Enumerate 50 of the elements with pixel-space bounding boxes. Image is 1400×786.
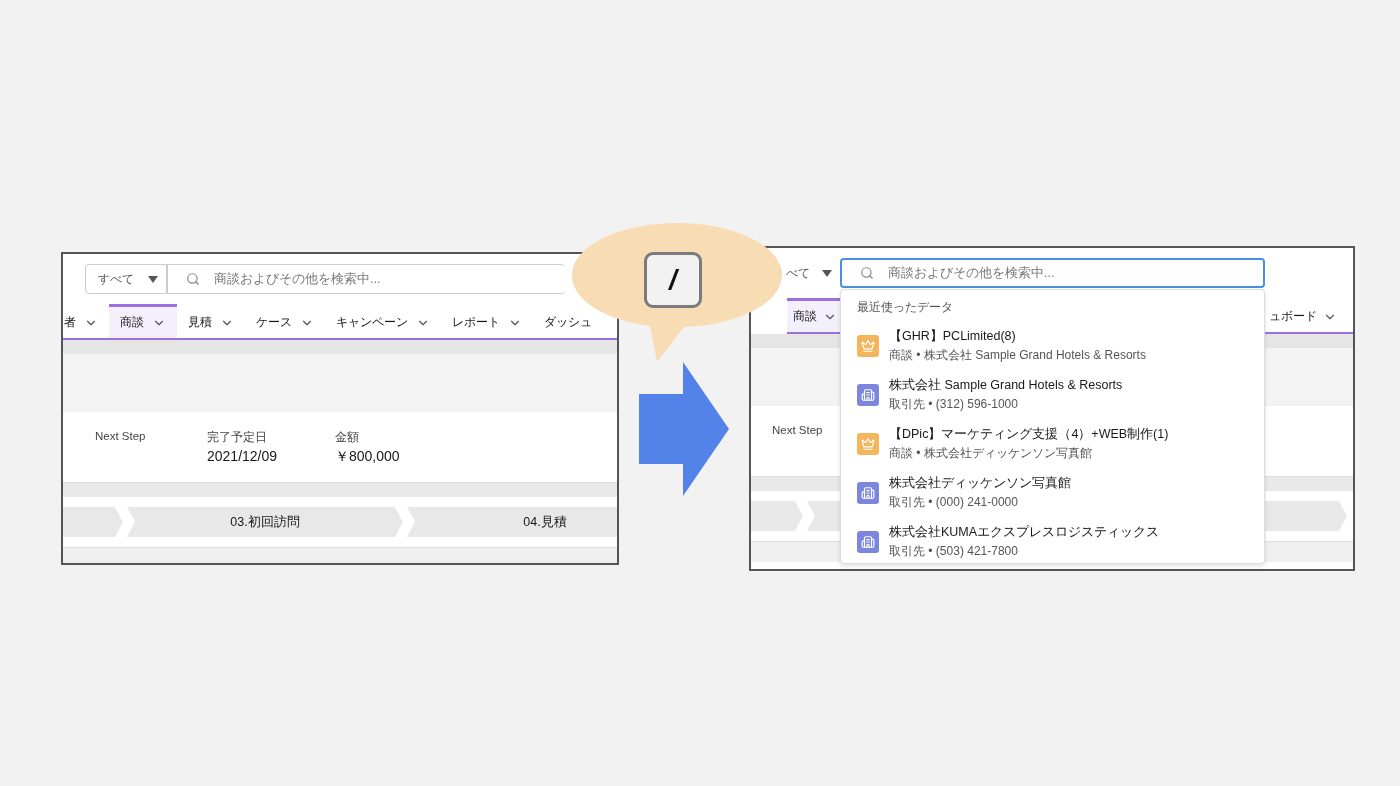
nav-tab[interactable]: 商談 bbox=[787, 298, 843, 332]
search-icon bbox=[860, 266, 874, 280]
item-subtitle: 商談 • 株式会社ディッケンソン写真館 bbox=[889, 445, 1092, 462]
item-title: 株式会社ディッケンソン写真館 bbox=[889, 475, 1071, 492]
recent-item[interactable]: 株式会社 Sample Grand Hotels & Resorts 取引先 • (312) 596-1000 bbox=[857, 377, 1123, 413]
recent-item[interactable]: 【GHR】PCLimited(8) 商談 • 株式会社 Sample Grand Hotels & Resorts bbox=[857, 328, 1146, 364]
building-icon bbox=[857, 482, 879, 504]
search-field[interactable]: 商談およびその他を検索中... bbox=[840, 258, 1265, 288]
item-title: 株式会社 Sample Grand Hotels & Resorts bbox=[889, 377, 1123, 394]
building-icon bbox=[857, 384, 879, 406]
nav-tab[interactable]: ダッシュ bbox=[533, 304, 603, 338]
field-label: 完了予定日 bbox=[207, 430, 267, 445]
search-field[interactable]: 商談およびその他を検索中... bbox=[167, 264, 565, 294]
nav-tab[interactable]: ケース bbox=[245, 304, 325, 338]
nav-tab[interactable]: ュボード bbox=[1263, 298, 1343, 332]
item-subtitle: 商談 • 株式会社 Sample Grand Hotels & Resorts bbox=[889, 347, 1146, 364]
field-label: Next Step bbox=[772, 424, 823, 436]
nav-tab[interactable]: 商談 bbox=[109, 304, 177, 338]
path-segment bbox=[63, 507, 123, 537]
right-arrow-icon bbox=[639, 362, 729, 496]
slash-key: / bbox=[644, 252, 702, 308]
caret-icon bbox=[148, 275, 158, 283]
item-subtitle: 取引先 • (503) 421-7800 bbox=[889, 543, 1018, 560]
recent-item[interactable]: 【DPic】マーケティング支援（4）+WEB制作(1) 商談 • 株式会社ディッケンソン写真館 bbox=[857, 426, 1169, 462]
field-value: 2021/12/09 bbox=[207, 448, 278, 464]
field-value: ￥800,000 bbox=[335, 448, 400, 466]
field-label: Next Step bbox=[95, 430, 146, 442]
recent-item[interactable]: 株式会社KUMAエクスプレスロジスティックス 取引先 • (503) 421-7800 bbox=[857, 524, 1160, 560]
item-title: 【GHR】PCLimited(8) bbox=[889, 328, 1016, 345]
nav-tab[interactable]: 者 bbox=[63, 304, 109, 338]
caret-icon bbox=[822, 269, 832, 277]
path-step[interactable]: 04.見積 bbox=[407, 507, 617, 537]
crown-icon bbox=[857, 433, 879, 455]
item-subtitle: 取引先 • (312) 596-1000 bbox=[889, 396, 1018, 413]
nav-tab[interactable]: 見積 bbox=[177, 304, 245, 338]
field-label: 金額 bbox=[335, 430, 359, 445]
path-segment bbox=[751, 501, 803, 531]
nav-tab[interactable]: キャンペーン bbox=[325, 304, 441, 338]
scope-select[interactable]: べて bbox=[786, 258, 840, 288]
path-step[interactable]: 03.初回訪問 bbox=[127, 507, 403, 537]
item-title: 株式会社KUMAエクスプレスロジスティックス bbox=[889, 524, 1160, 541]
search-icon bbox=[186, 272, 200, 286]
dropdown-heading: 最近使ったデータ bbox=[857, 300, 953, 315]
recent-item[interactable]: 株式会社ディッケンソン写真館 取引先 • (000) 241-0000 bbox=[857, 475, 1071, 511]
crown-icon bbox=[857, 335, 879, 357]
nav-tab[interactable]: レポート bbox=[441, 304, 533, 338]
scope-select[interactable]: すべて bbox=[85, 264, 167, 294]
item-title: 【DPic】マーケティング支援（4）+WEB制作(1) bbox=[889, 426, 1169, 443]
item-subtitle: 取引先 • (000) 241-0000 bbox=[889, 494, 1018, 511]
building-icon bbox=[857, 531, 879, 553]
